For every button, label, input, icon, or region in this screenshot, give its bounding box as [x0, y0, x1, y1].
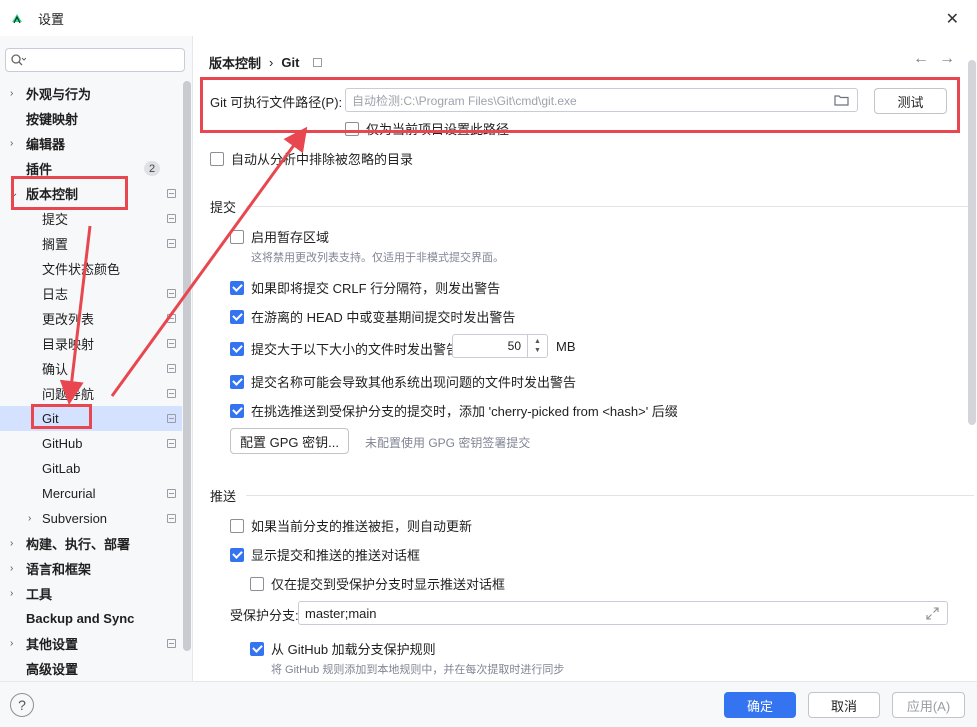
dialog-footer: ? 确定 取消 应用(A) [0, 681, 977, 727]
help-icon[interactable]: ? [10, 693, 34, 717]
arrow-to-git [59, 225, 92, 405]
annotation-arrows [59, 126, 308, 405]
cancel-button[interactable]: 取消 [808, 692, 880, 718]
arrow-to-git-path [110, 126, 308, 397]
apply-button[interactable]: 应用(A) [892, 692, 965, 718]
ok-button[interactable]: 确定 [724, 692, 796, 718]
